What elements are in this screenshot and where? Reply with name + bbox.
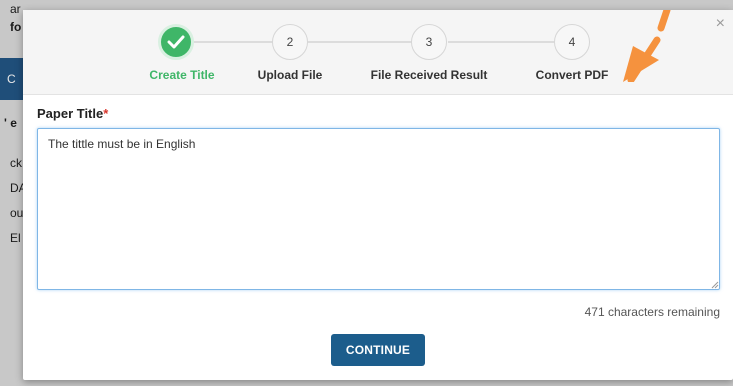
paper-title-input[interactable]: The tittle must be in English	[37, 128, 720, 290]
background-text: ou	[10, 206, 24, 220]
resize-grip-icon[interactable]	[711, 281, 719, 289]
step-1-circle	[158, 24, 194, 60]
background-text: ar	[10, 2, 21, 16]
background-text: El	[10, 231, 21, 245]
characters-remaining: 471 characters remaining	[584, 305, 720, 319]
background-text: ck	[10, 156, 22, 170]
step-3-circle: 3	[411, 24, 447, 60]
background-text: fo	[10, 20, 22, 34]
step-connector	[308, 41, 414, 43]
step-1-label: Create Title	[149, 68, 215, 82]
step-4-label: Convert PDF	[535, 68, 609, 82]
step-4-circle: 4	[554, 24, 590, 60]
background-text: ' e	[4, 116, 17, 130]
required-mark: *	[103, 106, 109, 121]
step-2-label: Upload File	[257, 68, 323, 82]
paper-title-label: Paper Title*	[37, 106, 109, 121]
close-icon[interactable]: ×	[716, 16, 725, 32]
upload-wizard-modal: 2 3 4 Create Title Upload File File Rece…	[23, 10, 733, 380]
continue-button[interactable]: CONTINUE	[331, 334, 425, 366]
annotation-arrow-icon	[623, 10, 671, 82]
step-2-circle: 2	[272, 24, 308, 60]
checkmark-icon	[167, 35, 185, 49]
background-banner: C	[0, 58, 23, 100]
step-connector	[448, 41, 554, 43]
step-3-label: File Received Result	[370, 68, 488, 82]
